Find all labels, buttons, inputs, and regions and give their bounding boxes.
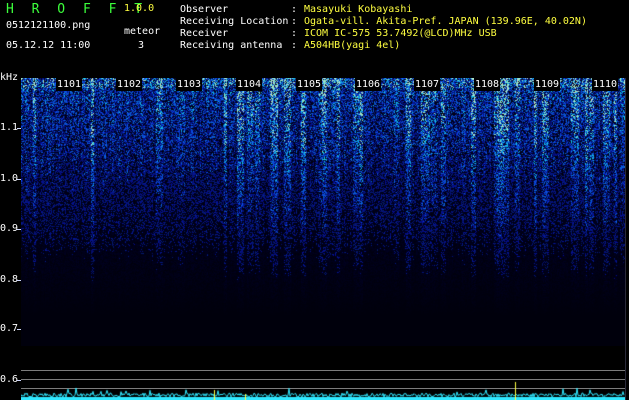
y-tick-label: 0.8 [0, 274, 19, 285]
time-marker-label: 1110 [592, 78, 619, 91]
time-marker-label: 1102 [116, 78, 143, 91]
time-marker-label: 1101 [56, 78, 83, 91]
spectrogram-waterfall [21, 78, 625, 346]
capture-datetime: 05.12.12 11:00 [6, 40, 91, 51]
info-colon: : [291, 40, 298, 51]
info-colon: : [291, 16, 298, 27]
y-tick-label: 1.1 [0, 122, 19, 133]
time-marker-label: 1106 [355, 78, 382, 91]
info-colon: : [291, 4, 298, 15]
signal-trace-canvas [21, 346, 625, 400]
info-key: Receiving Location [180, 16, 289, 27]
signal-strength-strip [21, 346, 625, 400]
y-tick-label: 0.7 [0, 323, 19, 334]
info-key: Observer [180, 4, 229, 15]
spectrogram-canvas [21, 78, 625, 346]
hrofft-window: H R O F F T 1.0.0 0512121100.png 05.12.1… [0, 0, 629, 400]
info-key: Receiver [180, 28, 229, 39]
time-marker-label: 1103 [176, 78, 203, 91]
info-value: Ogata-vill. Akita-Pref. JAPAN (139.96E, … [304, 16, 587, 27]
info-key: Receiving antenna [180, 40, 283, 51]
meteor-count: 3 [138, 40, 145, 51]
y-tick-label: 0.9 [0, 223, 19, 234]
y-tick-label: 0.6 [0, 374, 19, 385]
info-value: Masayuki Kobayashi [304, 4, 413, 15]
info-value: ICOM IC-575 53.7492(@LCD)MHz USB [304, 28, 497, 39]
time-marker-label: 1105 [296, 78, 323, 91]
frequency-unit-label: kHz [0, 72, 19, 83]
file-name: 0512121100.png [6, 20, 91, 31]
time-marker-label: 1109 [534, 78, 561, 91]
app-version: 1.0.0 [124, 3, 155, 14]
info-value: A504HB(yagi 4el) [304, 40, 401, 51]
y-tick-label: 1.0 [0, 173, 19, 184]
time-marker-label: 1108 [474, 78, 501, 91]
frame-border [625, 78, 626, 400]
info-colon: : [291, 28, 298, 39]
time-marker-label: 1104 [236, 78, 263, 91]
meteor-label: meteor [124, 26, 161, 37]
time-marker-label: 1107 [414, 78, 441, 91]
